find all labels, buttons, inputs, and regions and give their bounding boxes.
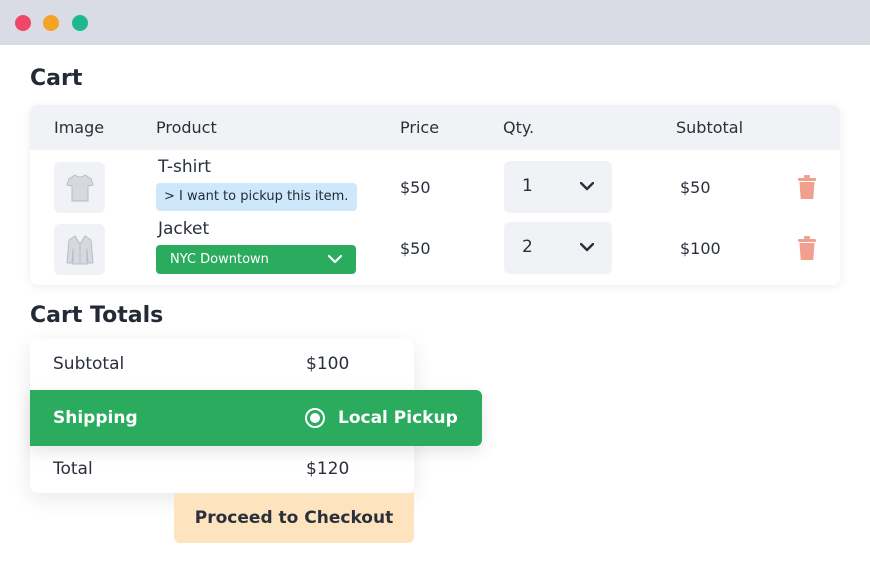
jacket-thumbnail[interactable] [54,224,105,275]
trash-icon[interactable] [797,175,817,200]
qty-select-jacket[interactable]: 2 [504,222,612,274]
window-titlebar [0,0,870,45]
column-header-product: Product [156,118,217,137]
pickup-note-badge[interactable]: > I want to pickup this item. [156,183,357,211]
product-name-jacket[interactable]: Jacket [158,219,209,239]
radio-selected-dot [310,413,320,423]
qty-value: 2 [522,237,533,257]
price-jacket: $50 [400,239,431,258]
subtotal-jacket: $100 [680,239,721,258]
minimize-window-button[interactable] [43,15,59,31]
close-window-button[interactable] [15,15,31,31]
shipping-label: Shipping [53,408,138,428]
pickup-store-value: NYC Downtown [170,252,269,267]
qty-value: 1 [522,176,533,196]
tshirt-icon [66,174,94,202]
trash-icon[interactable] [797,236,817,261]
column-header-price: Price [400,118,440,137]
pickup-store-select[interactable]: NYC Downtown [156,245,356,274]
maximize-window-button[interactable] [72,15,88,31]
column-header-qty: Qty. [503,118,535,137]
total-label: Total [53,459,93,479]
cart-title: Cart [30,66,83,91]
jacket-icon [66,235,94,265]
shipping-row: Shipping Local Pickup [30,390,482,446]
local-pickup-option[interactable]: Local Pickup [338,408,458,428]
qty-select-tshirt[interactable]: 1 [504,161,612,213]
subtotal-value: $100 [306,354,350,374]
chevron-down-icon [580,243,594,252]
column-header-subtotal: Subtotal [676,118,744,137]
subtotal-tshirt: $50 [680,178,711,197]
cart-table: Image Product Price Qty. Subtotal T-shir… [30,105,840,285]
total-value: $120 [306,459,350,479]
tshirt-thumbnail[interactable] [54,162,105,213]
subtotal-label: Subtotal [53,354,125,374]
local-pickup-radio[interactable] [305,408,325,428]
proceed-to-checkout-button[interactable]: Proceed to Checkout [174,493,414,543]
cart-table-header: Image Product Price Qty. Subtotal [30,105,840,150]
price-tshirt: $50 [400,178,431,197]
chevron-down-icon [580,182,594,191]
chevron-down-icon [328,255,342,264]
cart-totals-title: Cart Totals [30,303,164,328]
column-header-image: Image [54,118,105,137]
product-name-tshirt[interactable]: T-shirt [158,157,211,177]
